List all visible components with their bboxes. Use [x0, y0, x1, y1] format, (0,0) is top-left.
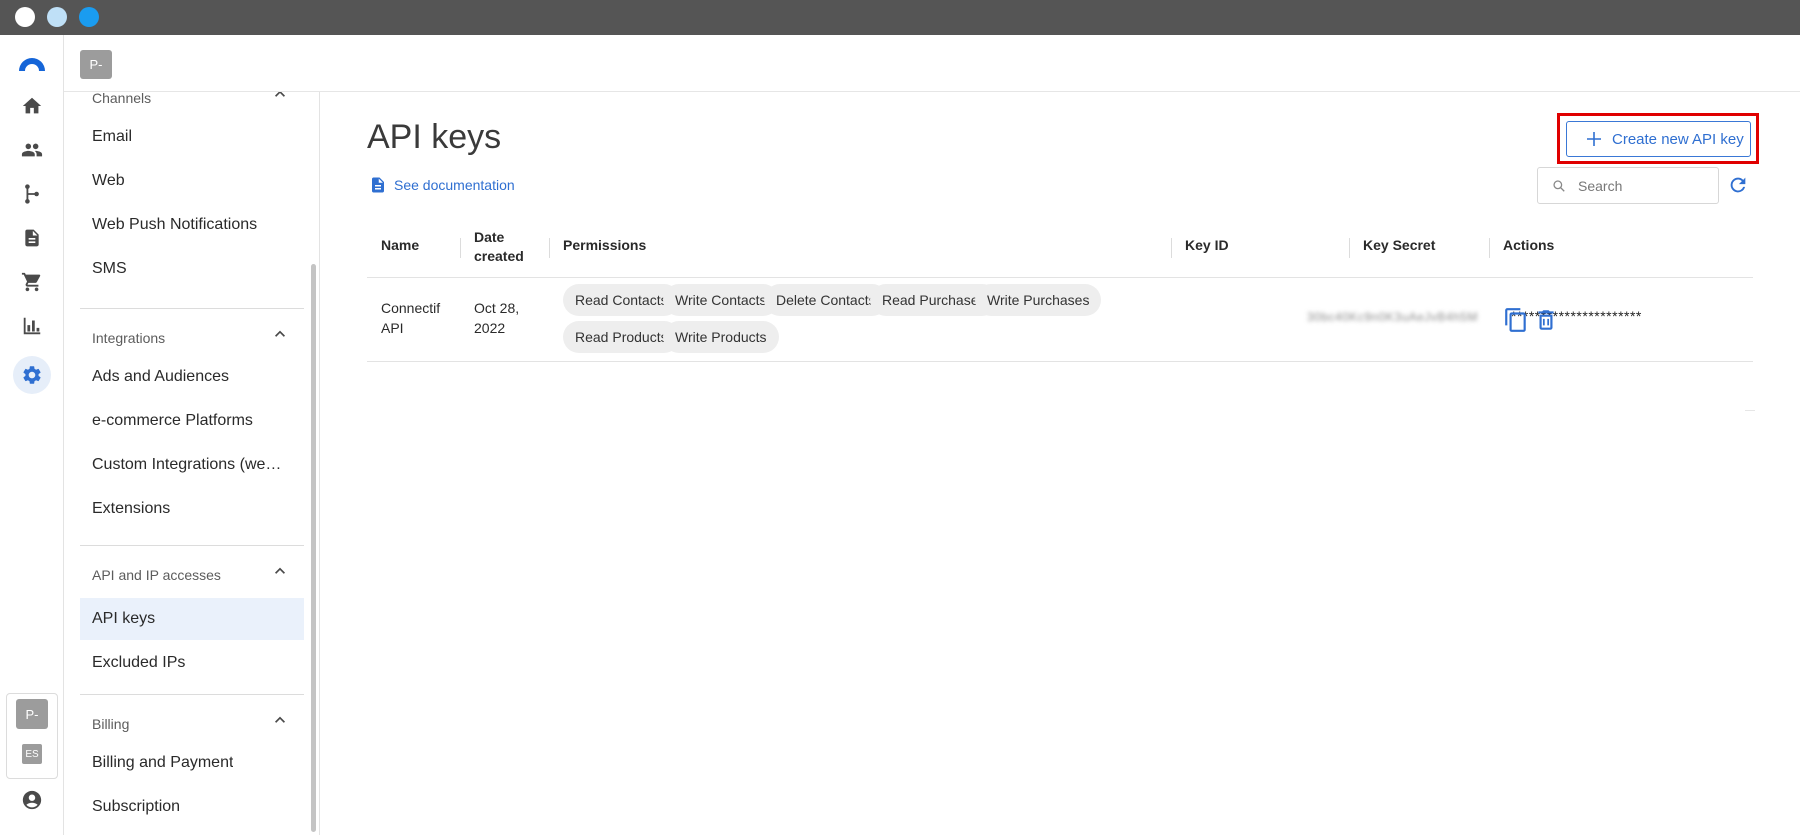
section-header-channels[interactable]: Channels [92, 92, 151, 106]
top-bar: P- [64, 35, 1800, 92]
permission-chip: Write Purchases [975, 284, 1102, 316]
column-header-key-secret: Key Secret [1363, 237, 1436, 253]
divider [1745, 410, 1755, 411]
sidebar-item-web-push[interactable]: Web Push Notifications [80, 204, 304, 246]
column-header-actions: Actions [1503, 237, 1555, 253]
table-row: Connectif API Oct 28, 2022 Read Contacts… [367, 278, 1753, 362]
chevron-up-icon[interactable] [270, 710, 290, 730]
create-button-highlight: Create new API key [1557, 113, 1759, 164]
close-dot[interactable] [15, 7, 35, 27]
sidebar-item-sms[interactable]: SMS [80, 248, 304, 290]
refresh-icon[interactable] [1727, 174, 1749, 196]
sidebar-item-api-keys[interactable]: API keys [80, 598, 304, 640]
sidebar-scrollbar[interactable] [311, 264, 316, 832]
copy-icon[interactable] [1503, 307, 1529, 333]
minimize-dot[interactable] [47, 7, 67, 27]
automation-icon[interactable] [17, 179, 47, 209]
sidebar-item-ecommerce[interactable]: e-commerce Platforms [80, 400, 304, 442]
create-api-key-label: Create new API key [1612, 130, 1744, 148]
column-separator [1171, 238, 1172, 258]
see-documentation-label: See documentation [394, 177, 515, 193]
sidebar-item-custom-integrations[interactable]: Custom Integrations (webhooks) [80, 444, 304, 486]
divider [80, 308, 304, 309]
divider [80, 545, 304, 546]
api-keys-table: Name Date created Permissions Key ID Key… [367, 214, 1753, 362]
column-separator [1489, 238, 1490, 258]
sidebar-item-email[interactable]: Email [80, 116, 304, 158]
permission-chip: Write Contacts [663, 284, 779, 316]
section-header-integrations[interactable]: Integrations [92, 330, 165, 346]
trash-icon[interactable] [1533, 307, 1559, 333]
column-separator [549, 238, 550, 258]
home-icon[interactable] [17, 91, 47, 121]
account-icon[interactable] [17, 785, 47, 815]
settings-sidebar: Channels Email Web Web Push Notification… [64, 92, 320, 835]
create-api-key-button[interactable]: Create new API key [1566, 121, 1751, 157]
plus-icon [1587, 132, 1601, 146]
search-box[interactable] [1537, 167, 1719, 204]
language-badge[interactable]: ES [22, 744, 42, 764]
chevron-up-icon[interactable] [270, 92, 290, 104]
icon-rail: P- ES [0, 35, 64, 835]
workspace-badge[interactable]: P- [16, 699, 48, 729]
contacts-icon[interactable] [17, 135, 47, 165]
window-titlebar [0, 0, 1800, 35]
chevron-up-icon[interactable] [270, 561, 290, 581]
workspace-badge-top[interactable]: P- [80, 50, 112, 79]
row-name: Connectif API [381, 300, 441, 336]
section-header-api-ip[interactable]: API and IP accesses [92, 567, 221, 583]
page-title: API keys [367, 118, 502, 156]
settings-icon[interactable] [13, 356, 51, 394]
row-key-secret: ********************** [1511, 308, 1642, 324]
sidebar-item-ads[interactable]: Ads and Audiences [80, 356, 304, 398]
column-separator [1349, 238, 1350, 258]
column-header-date: Date created [474, 229, 524, 264]
sidebar-item-web[interactable]: Web [80, 160, 304, 202]
column-separator [460, 238, 461, 258]
sidebar-item-extensions[interactable]: Extensions [80, 488, 304, 530]
templates-icon[interactable] [17, 223, 47, 253]
search-icon [1553, 179, 1565, 192]
column-header-permissions: Permissions [563, 237, 647, 253]
row-date: Oct 28, 2022 [474, 300, 520, 336]
document-icon [372, 177, 384, 193]
main-content: API keys See documentation Create new AP… [321, 92, 1800, 835]
see-documentation-link[interactable]: See documentation [369, 174, 515, 196]
divider [80, 694, 304, 695]
sidebar-item-billing-payment[interactable]: Billing and Payment [80, 742, 304, 784]
column-header-name: Name [381, 237, 420, 253]
sidebar-item-excluded-ips[interactable]: Excluded IPs [80, 642, 304, 684]
search-input[interactable] [1578, 177, 1708, 194]
logo-icon[interactable] [17, 49, 47, 79]
sidebar-item-subscription[interactable]: Subscription [80, 786, 304, 828]
permission-chip: Write Products [663, 321, 779, 353]
column-header-key-id: Key ID [1185, 237, 1229, 253]
section-header-billing[interactable]: Billing [92, 716, 129, 732]
chevron-up-icon[interactable] [270, 324, 290, 344]
row-key-id: 30bc40Kc9n0K3uAeJvB4h5M [1307, 310, 1478, 324]
reports-icon[interactable] [17, 311, 47, 341]
cart-icon[interactable] [17, 267, 47, 297]
table-header: Name Date created Permissions Key ID Key… [367, 214, 1753, 278]
maximize-dot[interactable] [79, 7, 99, 27]
